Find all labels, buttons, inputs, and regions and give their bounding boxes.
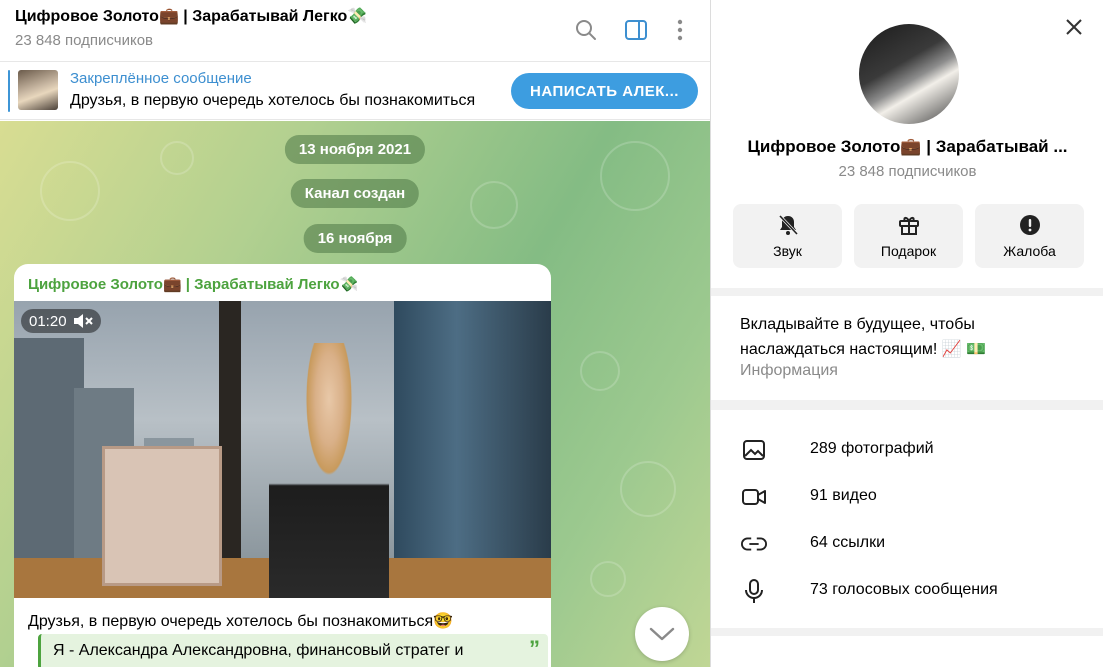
pinned-thumbnail <box>18 70 58 110</box>
video-duration-badge[interactable]: 01:20 <box>21 309 101 333</box>
panel-next-section <box>711 636 1103 667</box>
gift-icon <box>898 217 919 235</box>
link-icon <box>741 537 767 551</box>
media-row-photos[interactable]: 289 фотографий <box>711 426 1103 473</box>
wallpaper-doodle <box>160 141 194 175</box>
shared-media-list: 289 фотографий 91 видео 64 ссылки 73 гол… <box>711 410 1103 628</box>
description-label: Информация <box>740 362 838 379</box>
media-label-links: 64 ссылки <box>810 534 886 551</box>
scroll-to-bottom-button[interactable] <box>635 607 689 661</box>
post-author[interactable]: Цифровое Золото💼 | Зарабатывай Легко💸 <box>28 275 358 293</box>
subscriber-count: 23 848 подписчиков <box>15 32 154 49</box>
post-caption: Друзья, в первую очередь хотелось бы поз… <box>28 613 454 630</box>
chat-header[interactable]: Цифровое Золото💼 | Зарабатывай Легко💸 23… <box>0 0 710 62</box>
quote-mark-icon: ” <box>529 636 540 661</box>
close-icon <box>1066 19 1082 35</box>
wallpaper-doodle <box>470 181 518 229</box>
media-row-videos[interactable]: 91 видео <box>711 473 1103 520</box>
photo-icon <box>743 440 765 460</box>
media-row-voice[interactable]: 73 голосовых сообщения <box>711 567 1103 614</box>
video-scene <box>102 446 222 586</box>
profile-card: Цифровое Золото💼 | Зарабатывай ... 23 84… <box>711 0 1103 288</box>
microphone-icon <box>745 579 763 603</box>
sidebar-panel-icon <box>625 20 647 40</box>
wallpaper-doodle <box>40 161 100 221</box>
more-vertical-icon <box>677 19 683 41</box>
post-video[interactable]: 01:20 <box>14 301 551 598</box>
chat-area: Цифровое Золото💼 | Зарабатывай Легко💸 23… <box>0 0 710 667</box>
toggle-info-panel-button[interactable] <box>618 12 654 48</box>
more-button[interactable] <box>662 12 698 48</box>
report-label: Жалоба <box>1003 243 1056 259</box>
wallpaper-doodle <box>620 461 676 517</box>
video-duration: 01:20 <box>29 312 67 330</box>
muted-bell-icon <box>778 214 798 236</box>
video-scene <box>394 301 551 598</box>
video-scene <box>269 343 389 598</box>
sound-label: Звук <box>773 243 802 259</box>
wallpaper-doodle <box>580 351 620 391</box>
channel-title[interactable]: Цифровое Золото💼 | Зарабатывай Легко💸 <box>15 6 367 26</box>
channel-description: Вкладывайте в будущее, чтобы наслаждатьс… <box>711 296 1103 400</box>
description-text: Вкладывайте в будущее, чтобы наслаждатьс… <box>740 316 987 358</box>
date-separator: 13 ноября 2021 <box>284 135 426 164</box>
sound-button[interactable]: Звук <box>733 204 842 268</box>
pinned-action-button[interactable]: НАПИСАТЬ АЛЕК... <box>511 73 698 109</box>
media-label-voice: 73 голосовых сообщения <box>810 581 998 598</box>
date-separator: 16 ноября <box>303 224 407 253</box>
panel-subscriber-count: 23 848 подписчиков <box>838 163 977 180</box>
video-icon <box>742 489 766 505</box>
muted-speaker-icon <box>73 314 93 328</box>
gift-label: Подарок <box>880 243 937 259</box>
service-message: Канал создан <box>290 179 420 208</box>
pinned-indicator <box>8 70 10 112</box>
channel-avatar[interactable] <box>859 24 959 124</box>
message-list[interactable]: 13 ноября 2021 Канал создан 16 ноября Ци… <box>0 121 710 667</box>
post-quote-text: Я - Александра Александровна, финансовый… <box>53 642 464 659</box>
media-row-links[interactable]: 64 ссылки <box>711 520 1103 567</box>
warning-icon <box>1019 215 1040 235</box>
channel-post[interactable]: Цифровое Золото💼 | Зарабатывай Легко💸 01… <box>14 264 551 667</box>
search-button[interactable] <box>568 12 604 48</box>
gift-button[interactable]: Подарок <box>854 204 963 268</box>
panel-channel-title: Цифровое Золото💼 | Зарабатывай ... <box>747 137 1068 156</box>
report-button[interactable]: Жалоба <box>975 204 1084 268</box>
search-icon <box>576 20 596 40</box>
media-label-videos: 91 видео <box>810 487 877 504</box>
close-button[interactable] <box>1059 12 1089 42</box>
video-scene <box>219 301 241 598</box>
channel-info-panel: Цифровое Золото💼 | Зарабатывай ... 23 84… <box>710 0 1103 667</box>
wallpaper-doodle <box>600 141 670 211</box>
wallpaper-doodle <box>590 561 626 597</box>
pinned-text: Друзья, в первую очередь хотелось бы поз… <box>70 92 476 109</box>
chevron-down-icon <box>649 627 675 641</box>
post-quote: Я - Александра Александровна, финансовый… <box>38 634 548 667</box>
media-label-photos: 289 фотографий <box>810 440 934 457</box>
pinned-label: Закреплённое сообщение <box>70 70 252 87</box>
